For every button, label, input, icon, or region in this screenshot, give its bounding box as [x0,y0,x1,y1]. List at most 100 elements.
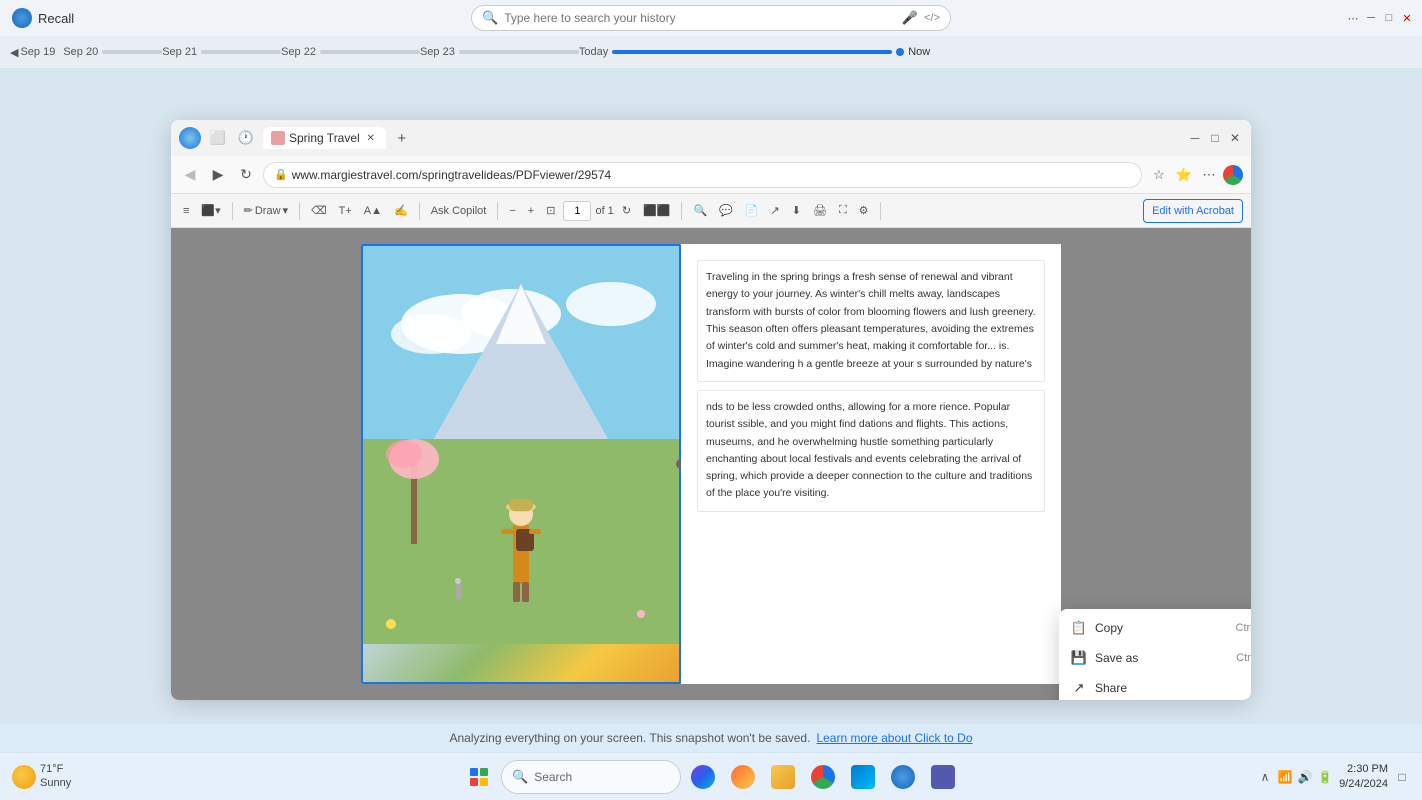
taskbar-copilot-button[interactable] [685,759,721,795]
browser-close-button[interactable]: ✕ [1227,130,1243,146]
start-button[interactable] [461,759,497,795]
taskbar-files-button[interactable] [765,759,801,795]
ctx-share-label: Share [1095,681,1251,695]
tab-close-button[interactable]: ✕ [364,131,378,145]
pdf-text-size-tool[interactable]: A▲ [360,199,386,223]
ctx-copy-item[interactable]: 📋 Copy Ctrl+C [1059,613,1251,643]
toolbar-sep-3 [419,202,420,220]
network-icon[interactable]: 📶 [1277,769,1293,785]
edit-with-acrobat-button[interactable]: Edit with Acrobat [1143,199,1243,223]
tab-favicon [271,131,285,145]
weather-widget[interactable]: 71°F Sunny [12,763,71,789]
favorites-button[interactable]: ☆ [1148,164,1170,186]
pdf-add-text-tool[interactable]: T+ [335,199,356,223]
taskbar-photos-button[interactable] [725,759,761,795]
pdf-rotate-button[interactable]: ↻ [618,199,635,223]
pdf-image-side[interactable] [361,244,681,684]
browser-history-button[interactable]: 🕐 [235,127,257,149]
pdf-travel-image [361,244,681,684]
timeline-sep21[interactable]: Sep 21 [162,46,281,58]
system-clock[interactable]: 2:30 PM 9/24/2024 [1339,762,1388,791]
pdf-paragraph-2: nds to be less crowded onths, allowing f… [697,390,1045,512]
timeline-now-dot [896,48,904,56]
notification-icon[interactable]: □ [1394,769,1410,785]
refresh-button[interactable]: ↻ [235,164,257,186]
collections-button[interactable]: ⭐ [1173,164,1195,186]
chevron-up-icon[interactable]: ∧ [1257,769,1273,785]
pdf-settings-button[interactable]: ⚙ [855,199,873,223]
pdf-page-input[interactable] [563,201,591,221]
share-icon: ↗ [1071,680,1087,696]
taskbar-teams-button[interactable] [925,759,961,795]
timeline-sep20[interactable]: Sep 20 [63,46,162,58]
battery-icon[interactable]: 🔋 [1317,769,1333,785]
back-navigation-button[interactable]: ◀ [179,164,201,186]
taskbar-left: 71°F Sunny [12,763,79,789]
timeline-sep23[interactable]: Sep 23 [420,46,579,58]
pdf-expand-button[interactable]: ⛶ [835,199,851,223]
browser-profile-icon[interactable] [179,127,201,149]
timeline-sep22[interactable]: Sep 22 [281,46,420,58]
ctx-share-item[interactable]: ↗ Share [1059,673,1251,700]
pdf-draw-tool[interactable]: ✏ Draw ▾ [240,199,292,223]
browser-maximize-button[interactable]: □ [1207,130,1223,146]
taskbar-recall-button[interactable] [885,759,921,795]
pdf-download-button[interactable]: ⬇ [788,199,805,223]
close-button[interactable]: ✕ [1400,11,1414,25]
pdf-handwrite-tool[interactable]: ✍ [390,199,412,223]
weather-text: 71°F Sunny [40,763,71,789]
mic-icon[interactable]: 🎤 [902,10,918,26]
toolbar-sep-4 [497,202,498,220]
new-tab-button[interactable]: + [392,128,412,148]
pdf-eraser-tool[interactable]: ⌫ [307,199,331,223]
code-icon[interactable]: </> [924,12,940,24]
copilot-icon [691,765,715,789]
more-options-button[interactable]: ⋯ [1346,11,1360,25]
ctx-saveas-item[interactable]: 💾 Save as Ctrl+S [1059,643,1251,673]
system-icons: ∧ 📶 🔊 🔋 [1257,769,1333,785]
timeline-today[interactable]: Today [579,46,904,58]
ctx-copy-shortcut: Ctrl+C [1236,622,1251,634]
taskbar-store-button[interactable] [845,759,881,795]
timeline-back-button[interactable]: ◀ Sep 19 [10,46,55,59]
pdf-share2-button[interactable]: ↗ [767,199,784,223]
pdf-view-button[interactable]: 📄 [741,199,763,223]
search-icon: 🔍 [482,10,498,26]
pdf-zoom-out-button[interactable]: − [505,199,519,223]
pdf-text-side: Traveling in the spring brings a fresh s… [681,244,1061,684]
history-search-input[interactable] [504,11,896,25]
files-icon [771,765,795,789]
browser-minimize-button[interactable]: ─ [1187,130,1203,146]
browser-extensions-button[interactable]: ⬜ [207,127,229,149]
pdf-text-tool[interactable]: ≡ [179,199,193,223]
maximize-button[interactable]: □ [1382,11,1396,25]
pdf-search-button[interactable]: 🔍 [689,199,711,223]
taskbar-center: 🔍 Search [461,759,961,795]
forward-navigation-button[interactable]: ▶ [207,164,229,186]
volume-icon[interactable]: 🔊 [1297,769,1313,785]
minimize-button[interactable]: ─ [1364,11,1378,25]
pdf-ask-copilot-button[interactable]: Ask Copilot [427,199,491,223]
browser-more-button[interactable]: ⋯ [1198,164,1220,186]
browser-tab-spring-travel[interactable]: Spring Travel ✕ [263,127,386,149]
history-search-bar[interactable]: 🔍 🎤 </> [471,5,951,31]
pdf-select-tool[interactable]: ⬛▾ [197,199,224,223]
learn-more-link[interactable]: Learn more about Click to Do [816,731,972,745]
taskbar-edge-button[interactable] [805,759,841,795]
url-bar[interactable]: 🔒 www.margiestravel.com/springtravelidea… [263,162,1142,188]
taskbar-right: ∧ 📶 🔊 🔋 2:30 PM 9/24/2024 □ [1257,762,1410,791]
taskbar-search-bar[interactable]: 🔍 Search [501,760,681,794]
pdf-fit-button[interactable]: ⊡ [542,199,559,223]
pdf-two-page-button[interactable]: ⬛⬛ [639,199,674,223]
clock-time: 2:30 PM [1339,762,1388,776]
pdf-zoom-in-button[interactable]: + [524,199,538,223]
browser-window-controls: ─ □ ✕ [1187,130,1243,146]
pdf-print-button[interactable]: 🖨 [809,199,831,223]
pdf-comment-button[interactable]: 💬 [715,199,737,223]
taskbar-search-label: Search [534,770,572,784]
ctx-saveas-shortcut: Ctrl+S [1236,652,1251,664]
main-content-area: ⬜ 🕐 Spring Travel ✕ + ─ □ ✕ ◀ ▶ ↻ 🔒 www.… [0,68,1422,752]
recall-app-icon [12,8,32,28]
clock-date: 9/24/2024 [1339,777,1388,791]
browser-title-bar: ⬜ 🕐 Spring Travel ✕ + ─ □ ✕ [171,120,1251,156]
